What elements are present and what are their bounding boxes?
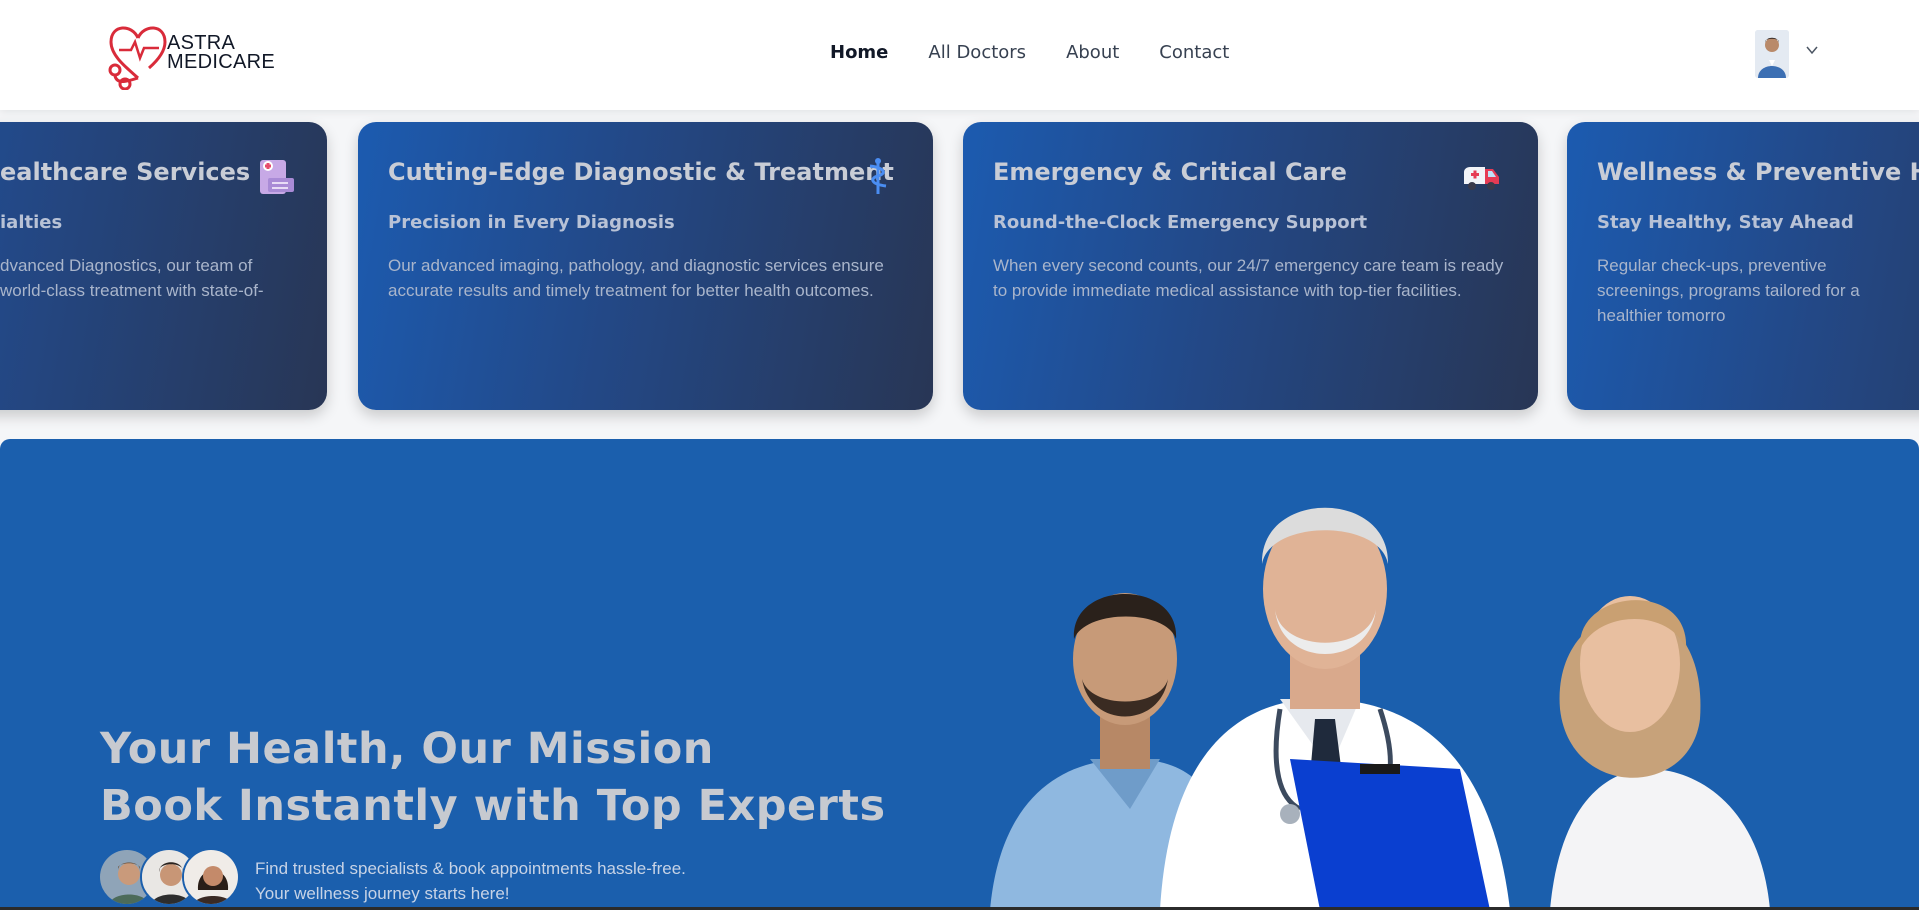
service-card-wellness[interactable]: Wellness & Preventive Heal Stay Healthy,… (1567, 122, 1919, 410)
card-title: Wellness & Preventive Heal (1597, 158, 1919, 186)
page: ASTRA MEDICARE Home All Doctors About Co… (0, 0, 1919, 910)
hero-description: Find trusted specialists & book appointm… (255, 856, 686, 906)
card-subtitle: Round-the-Clock Emergency Support (993, 212, 1368, 233)
hero-title-line2: Book Instantly with Top Experts (100, 781, 886, 831)
brand-logo[interactable]: ASTRA MEDICARE (105, 18, 285, 90)
card-subtitle: ialties (0, 212, 63, 233)
service-card-healthcare[interactable]: ealthcare Services ialties dvanced Diagn… (0, 122, 327, 410)
hero-title: Your Health, Our Mission Book Instantly … (100, 721, 886, 835)
nav-all-doctors[interactable]: All Doctors (928, 42, 1026, 63)
caduceus-icon (869, 158, 887, 194)
nav-home[interactable]: Home (830, 42, 888, 63)
doctor-right-figure (1550, 596, 1770, 910)
card-subtitle: Precision in Every Diagnosis (388, 212, 675, 233)
hero-title-line1: Your Health, Our Mission (100, 724, 714, 774)
card-description: dvanced Diagnostics, our team of world-c… (0, 256, 264, 300)
services-carousel: ealthcare Services ialties dvanced Diagn… (0, 122, 1919, 410)
user-avatar-image (1755, 30, 1789, 78)
profile-menu[interactable] (1755, 30, 1819, 78)
nav-about[interactable]: About (1066, 42, 1119, 63)
specialist-avatar-3 (182, 848, 240, 906)
card-description: Regular check-ups, preventive screenings… (1597, 256, 1860, 325)
card-title: Cutting-Edge Diagnostic & Treatment (388, 158, 894, 186)
service-card-emergency[interactable]: Emergency & Critical Care Round-the-Cloc… (963, 122, 1538, 410)
brand-name-line2: MEDICARE (167, 51, 275, 73)
heart-stethoscope-icon (108, 26, 167, 90)
chevron-down-icon[interactable] (1805, 43, 1819, 57)
ambulance-icon (1464, 167, 1499, 190)
main-nav: Home All Doctors About Contact (830, 42, 1229, 63)
doctor-center-figure (1160, 507, 1510, 910)
hero-description-line1: Find trusted specialists & book appointm… (255, 859, 686, 878)
user-avatar[interactable] (1755, 30, 1789, 78)
card-subtitle: Stay Healthy, Stay Ahead (1597, 212, 1854, 233)
hospital-building-icon (260, 160, 294, 194)
card-description: When every second counts, our 24/7 emerg… (993, 256, 1504, 300)
brand-name: ASTRA MEDICARE (167, 33, 275, 73)
service-card-diagnostic[interactable]: Cutting-Edge Diagnostic & Treatment Prec… (358, 122, 933, 410)
navbar: ASTRA MEDICARE Home All Doctors About Co… (0, 0, 1919, 110)
hero-description-line2: Your wellness journey starts here! (255, 884, 510, 903)
hero-banner: Your Health, Our Mission Book Instantly … (0, 439, 1919, 910)
nav-contact[interactable]: Contact (1159, 42, 1229, 63)
doctors-photo (990, 507, 1770, 910)
specialist-avatars (98, 848, 243, 910)
card-title: ealthcare Services (0, 158, 251, 186)
card-title: Emergency & Critical Care (993, 158, 1347, 186)
card-description: Our advanced imaging, pathology, and dia… (388, 256, 884, 300)
